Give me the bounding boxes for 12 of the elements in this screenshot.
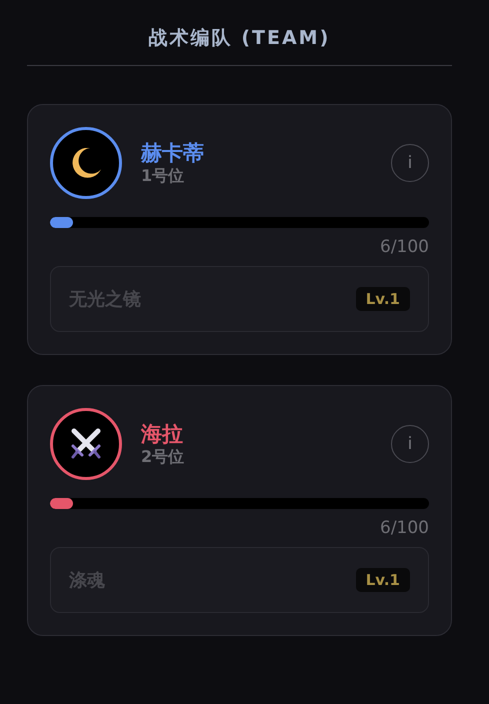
level-badge: Lv.1 bbox=[356, 287, 410, 311]
info-button[interactable]: i bbox=[391, 425, 429, 463]
slot-label: 1号位 bbox=[141, 166, 186, 186]
progress-reading: 6/100 bbox=[380, 517, 429, 539]
member-name: 海拉 bbox=[141, 421, 184, 447]
info-button[interactable]: i bbox=[391, 144, 429, 182]
slot-label: 2号位 bbox=[141, 447, 186, 467]
progress-reading: 6/100 bbox=[380, 236, 429, 258]
page-title: 战术编队 (TEAM) bbox=[148, 26, 332, 51]
member-name: 赫卡蒂 bbox=[141, 140, 205, 166]
level-badge: Lv.1 bbox=[356, 568, 410, 592]
crescent-moon-icon bbox=[71, 148, 101, 178]
